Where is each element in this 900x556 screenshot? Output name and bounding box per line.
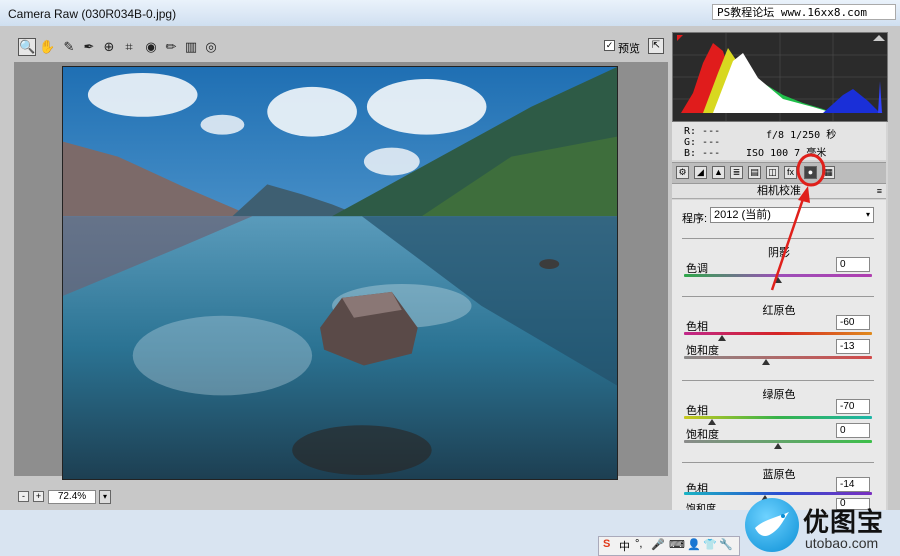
ime-toolbar: S 中 °, 🎤 ⌨ 👤 👕 🔧	[598, 536, 740, 556]
divider	[682, 238, 874, 239]
green-readout: G: ---	[684, 137, 721, 148]
process-value: 2012 (当前)	[714, 209, 771, 221]
keyboard-icon[interactable]: ⌨	[669, 538, 685, 551]
blue-hue-input[interactable]: -14	[836, 477, 870, 492]
green-hue-input[interactable]: -70	[836, 399, 870, 414]
tab-split-toning-icon[interactable]: ▤	[748, 166, 761, 179]
tab-detail-icon[interactable]: ▲	[712, 166, 725, 179]
status-bar: - + 72.4% ▾	[14, 488, 668, 506]
skin-icon[interactable]: 👕	[703, 538, 717, 551]
green-saturation-slider[interactable]	[774, 443, 782, 449]
zoom-in-button[interactable]: +	[33, 491, 44, 502]
chinese-mode-icon[interactable]: 中	[619, 538, 630, 554]
tools-icon[interactable]: 🔧	[719, 538, 733, 551]
panel-title: 相机校准 ≡	[672, 184, 886, 199]
zoom-level[interactable]: 72.4%	[48, 490, 96, 504]
camera-raw-dialog: 🔍 ✋ ✎ ✒ ⊕ ⌗ ◉ ✏ ▥ ◎ ✓ 预览 ⇱ - + 72.4% ▾ R…	[0, 26, 900, 515]
tab-tone-curve-icon[interactable]: ◢	[694, 166, 707, 179]
logo-title: 优图宝	[803, 507, 885, 537]
panel-menu-icon[interactable]: ≡	[877, 184, 882, 198]
hand-tool-icon[interactable]: ✋	[38, 38, 56, 56]
red-hue-track[interactable]	[684, 332, 872, 335]
toolbar: 🔍 ✋ ✎ ✒ ⊕ ⌗ ◉ ✏ ▥ ◎ ✓ 预览 ⇱	[16, 36, 666, 60]
sogou-icon[interactable]: S	[603, 538, 610, 550]
adjustment-brush-icon[interactable]: ✏	[162, 38, 180, 56]
watermark: PS教程论坛 www.16xx8.com	[712, 4, 896, 20]
user-icon[interactable]: 👤	[687, 538, 701, 551]
red-readout: R: ---	[684, 126, 721, 137]
tab-lens-icon[interactable]: ◫	[766, 166, 779, 179]
red-saturation-track[interactable]	[684, 356, 872, 359]
zoom-dropdown-icon[interactable]: ▾	[99, 490, 111, 504]
radial-filter-icon[interactable]: ◎	[202, 38, 220, 56]
panel-title-text: 相机校准	[757, 185, 801, 197]
site-logo: 优图宝 utobao.com	[745, 496, 895, 554]
shadows-tint-input[interactable]: 0	[836, 257, 870, 272]
preview-label: 预览	[618, 43, 640, 55]
green-hue-slider[interactable]	[708, 419, 717, 425]
blue-hue-track[interactable]	[684, 492, 872, 495]
histogram	[672, 32, 888, 122]
tab-presets-icon[interactable]: ▦	[822, 166, 835, 179]
panel-tabs: ⚙ ◢ ▲ ≣ ▤ ◫ fx ● ▦	[672, 162, 886, 184]
red-hue-slider[interactable]	[717, 335, 726, 341]
tab-camera-calibration-icon[interactable]: ●	[804, 166, 817, 179]
crop-tool-icon[interactable]: ⌗	[120, 38, 138, 56]
divider	[682, 296, 874, 297]
tab-effects-icon[interactable]: fx	[784, 166, 797, 179]
divider	[682, 380, 874, 381]
blue-readout: B: ---	[684, 148, 721, 159]
iso-focal: ISO 100 7 毫米	[746, 148, 827, 159]
preview-checkbox[interactable]: ✓	[604, 40, 615, 51]
info-readout: R: --- G: --- B: --- f/8 1/250 秒 ISO 100…	[672, 122, 886, 160]
zoom-tool-icon[interactable]: 🔍	[18, 38, 36, 56]
aperture-shutter: f/8 1/250 秒	[766, 130, 837, 141]
red-saturation-slider[interactable]	[761, 359, 770, 365]
chevron-down-icon: ▾	[865, 210, 870, 219]
white-balance-tool-icon[interactable]: ✎	[60, 38, 78, 56]
preview-photo[interactable]	[62, 66, 618, 480]
fullscreen-icon[interactable]: ⇱	[648, 38, 664, 54]
preview-canvas	[14, 62, 668, 480]
logo-url: utobao.com	[805, 535, 879, 551]
targeted-adjustment-tool-icon[interactable]: ⊕	[100, 38, 118, 56]
red-saturation-input[interactable]: -13	[836, 339, 870, 354]
microphone-icon[interactable]: 🎤	[651, 538, 665, 551]
zoom-out-button[interactable]: -	[18, 491, 29, 502]
red-eye-tool-icon[interactable]: ◉	[142, 38, 160, 56]
logo-bird-icon	[745, 498, 799, 552]
tab-hsl-icon[interactable]: ≣	[730, 166, 743, 179]
color-sampler-tool-icon[interactable]: ✒	[80, 38, 98, 56]
divider	[682, 462, 874, 463]
process-label: 程序:	[682, 213, 708, 225]
calibration-settings: 程序: 2012 (当前) ▾ 阴影 色调 0 红原色 色相 -60 饱和度 -…	[672, 200, 886, 515]
shadows-tint-slider[interactable]	[774, 277, 782, 283]
punctuation-icon[interactable]: °,	[635, 538, 642, 550]
red-hue-input[interactable]: -60	[836, 315, 870, 330]
right-panel: R: --- G: --- B: --- f/8 1/250 秒 ISO 100…	[672, 32, 888, 515]
process-select[interactable]: 2012 (当前) ▾	[710, 207, 874, 223]
tab-basic-icon[interactable]: ⚙	[676, 166, 689, 179]
green-saturation-input[interactable]: 0	[836, 423, 870, 438]
window-title: Camera Raw (030R034B-0.jpg)	[8, 7, 177, 21]
title-bar: Camera Raw (030R034B-0.jpg) PS教程论坛 www.1…	[0, 0, 900, 27]
graduated-filter-icon[interactable]: ▥	[182, 38, 200, 56]
